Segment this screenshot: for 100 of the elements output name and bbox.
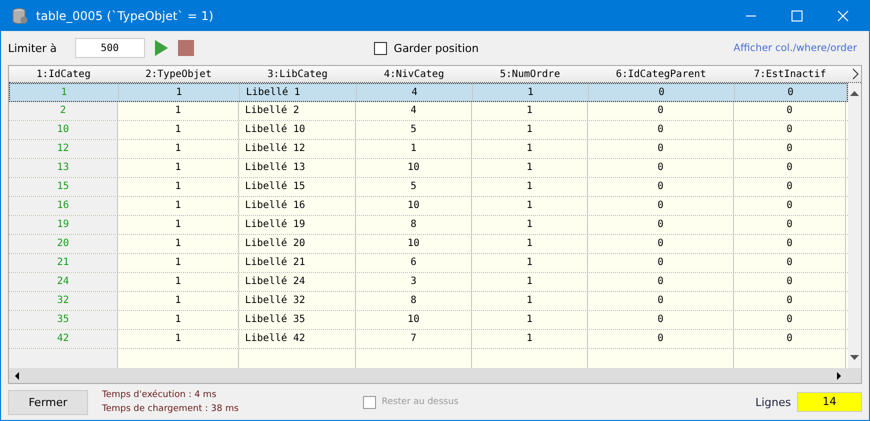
table-cell: 1 [472,197,588,215]
column-header[interactable]: 4:NivCateg [356,68,472,80]
database-icon [11,7,29,25]
maximize-icon[interactable] [791,10,803,22]
table-cell: 15 [9,178,118,196]
close-icon[interactable] [837,10,849,22]
table-row[interactable]: 21 1 Libellé 21 6 1 0 0 [9,254,848,273]
table-cell: 1 [118,216,239,234]
table-row[interactable]: 32 1 Libellé 32 8 1 0 0 [9,292,848,311]
table-cell: 0 [588,273,734,291]
table-cell: 0 [588,121,734,139]
table-cell: Libellé 35 [239,311,356,329]
table-row[interactable]: 20 1 Libellé 20 10 1 0 0 [9,235,848,254]
table-cell: Libellé 19 [239,216,356,234]
column-header[interactable]: 5:NumOrdre [472,68,588,80]
table-cell: 8 [356,292,472,310]
limit-field[interactable]: 500 [74,38,145,58]
column-header[interactable]: 7:EstInactif [734,68,846,80]
table-row[interactable]: 13 1 Libellé 13 10 1 0 0 [9,159,848,178]
table-cell: 1 [472,330,588,348]
table-cell: 0 [734,330,846,348]
table-cell: Libellé 16 [239,197,356,215]
table-cell: 1 [473,84,589,101]
limit-label: Limiter à [8,42,57,54]
table-cell: 0 [734,102,846,120]
table-cell: 0 [588,254,734,272]
table-row[interactable]: 42 1 Libellé 42 7 1 0 0 [9,330,848,349]
column-header[interactable]: 6:IdCategParent [588,68,734,80]
table-row[interactable]: 35 1 Libellé 35 10 1 0 0 [9,311,848,330]
table-row[interactable]: 2 1 Libellé 2 4 1 0 0 [9,102,848,121]
table-cell: 10 [356,159,472,177]
table-row[interactable]: 16 1 Libellé 16 10 1 0 0 [9,197,848,216]
table-cell: 1 [472,254,588,272]
table-cell: 0 [588,235,734,253]
scroll-left-icon[interactable] [15,372,19,380]
table-cell: 20 [9,235,118,253]
table-cell: 1 [119,84,240,101]
table-cell: 32 [9,292,118,310]
keep-position-label: Garder position [394,42,479,54]
scroll-right-icon[interactable] [837,372,841,380]
stay-on-top-label: Rester au dessus [382,397,458,407]
table-cell: Libellé 20 [239,235,356,253]
table-cell: 1 [118,121,239,139]
table-cell: 0 [588,330,734,348]
chevron-right-icon[interactable] [852,68,860,80]
scroll-down-icon[interactable] [850,355,859,360]
table-row[interactable]: 10 1 Libellé 10 5 1 0 0 [9,121,848,140]
table-cell: 1 [472,216,588,234]
table-cell: 1 [118,254,239,272]
table-cell: Libellé 1 [240,84,357,101]
table-cell: 7 [356,330,472,348]
table-cell: 5 [356,178,472,196]
table-cell: 42 [9,330,118,348]
table-row[interactable]: 12 1 Libellé 12 1 1 0 0 [9,140,848,159]
table-cell: Libellé 10 [239,121,356,139]
play-icon[interactable] [154,40,168,56]
table-cell: 1 [118,311,239,329]
table-row[interactable]: 24 1 Libellé 24 3 1 0 0 [9,273,848,292]
table-cell: 4 [356,102,472,120]
table-cell: 0 [734,159,846,177]
table-cell: 0 [588,102,734,120]
table-cell: 5 [356,121,472,139]
table-cell: 0 [734,121,846,139]
table-cell: 2 [9,102,118,120]
stop-icon[interactable] [178,40,194,56]
table-cell: 0 [734,197,846,215]
table-cell: Libellé 12 [239,140,356,158]
table-cell: 1 [472,235,588,253]
close-button[interactable]: Fermer [8,390,88,414]
table-row[interactable]: 19 1 Libellé 19 8 1 0 0 [9,216,848,235]
table-cell: 0 [588,311,734,329]
column-header[interactable]: 3:LibCateg [239,68,356,80]
table-cell: 0 [734,311,846,329]
table-cell: 0 [734,216,846,234]
scroll-up-icon[interactable] [850,91,859,96]
horizontal-scrollbar[interactable] [9,368,861,383]
table-row[interactable]: 1 1 Libellé 1 4 1 0 0 [9,83,848,102]
vertical-scrollbar[interactable] [848,83,861,368]
show-columns-link[interactable]: Afficher col./where/order [734,42,857,54]
table-cell: 0 [588,140,734,158]
table-cell: 0 [735,84,847,101]
table-cell: 0 [734,235,846,253]
table-cell: 0 [734,273,846,291]
table-cell: Libellé 21 [239,254,356,272]
table-cell: 1 [10,84,119,101]
table-row[interactable]: 15 1 Libellé 15 5 1 0 0 [9,178,848,197]
keep-position-checkbox[interactable] [374,42,387,54]
table-cell: 10 [356,197,472,215]
loading-time: Temps de chargement : 38 ms [102,404,239,414]
table-cell: 10 [356,311,472,329]
table-cell: 1 [472,311,588,329]
table-cell: 1 [118,292,239,310]
table-cell: 1 [118,330,239,348]
column-header[interactable]: 1:IdCateg [9,68,118,80]
column-header[interactable]: 2:TypeObjet [118,68,239,80]
table-cell: Libellé 13 [239,159,356,177]
table-cell: 19 [9,216,118,234]
table-cell: 1 [472,159,588,177]
table-cell: 6 [356,254,472,272]
table-cell: 1 [472,178,588,196]
